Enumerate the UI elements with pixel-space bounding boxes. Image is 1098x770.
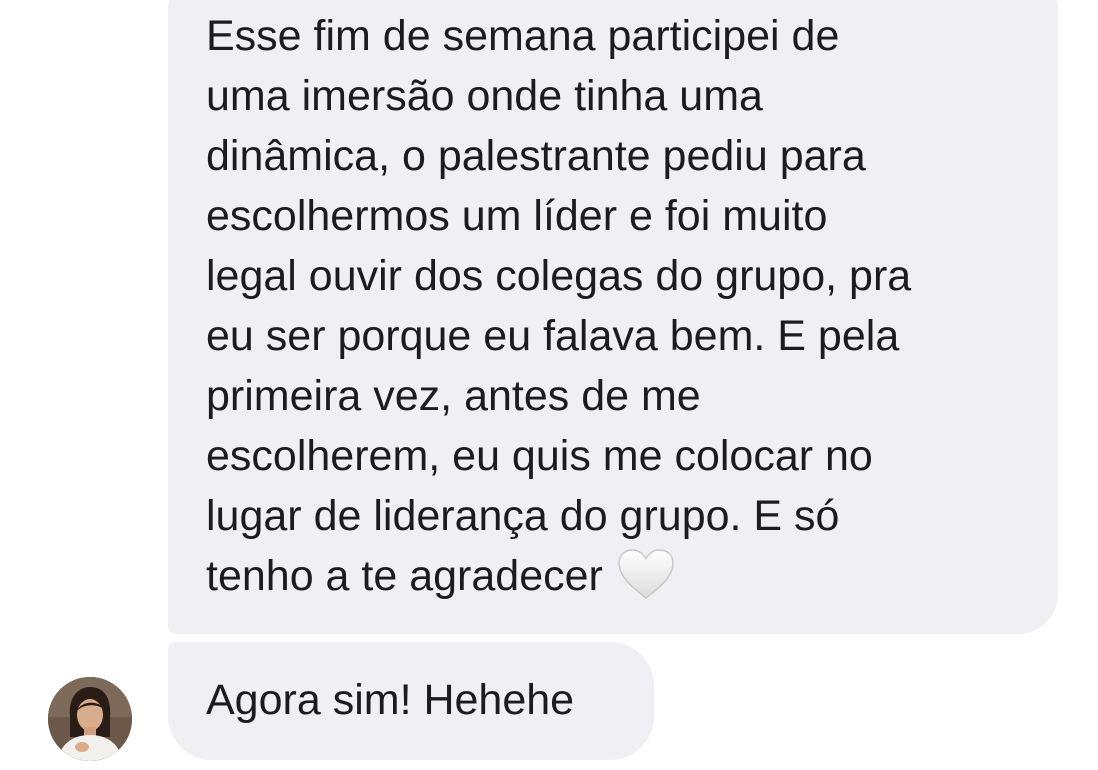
message-line: eu ser porque eu falava bem. E pela <box>206 312 900 360</box>
message-text: Agora sim! Hehehe <box>206 676 575 724</box>
message-line: primeira vez, antes de me <box>206 372 701 420</box>
message-line: uma imersão onde tinha uma <box>206 72 763 120</box>
white-heart-icon <box>617 548 675 600</box>
message-line: escolhermos um líder e foi muito <box>206 192 828 240</box>
message-bubble-received[interactable]: Agora sim! Hehehe <box>168 642 654 760</box>
avatar[interactable] <box>48 677 132 761</box>
message-line: dinâmica, o palestrante pediu para <box>206 132 866 180</box>
message-line: escolherem, eu quis me colocar no <box>206 432 873 480</box>
message-line: Esse fim de semana participei de <box>206 12 840 60</box>
message-line-last: tenho a te agradecer <box>206 546 1028 606</box>
message-bubble-received[interactable]: Esse fim de semana participei de uma ime… <box>168 0 1058 634</box>
message-line-text: tenho a te agradecer <box>206 552 603 600</box>
message-line: legal ouvir dos colegas do grupo, pra <box>206 252 912 300</box>
message-line: lugar de liderança do grupo. E só <box>206 492 840 540</box>
chat-screen: Esse fim de semana participei de uma ime… <box>0 0 1098 770</box>
